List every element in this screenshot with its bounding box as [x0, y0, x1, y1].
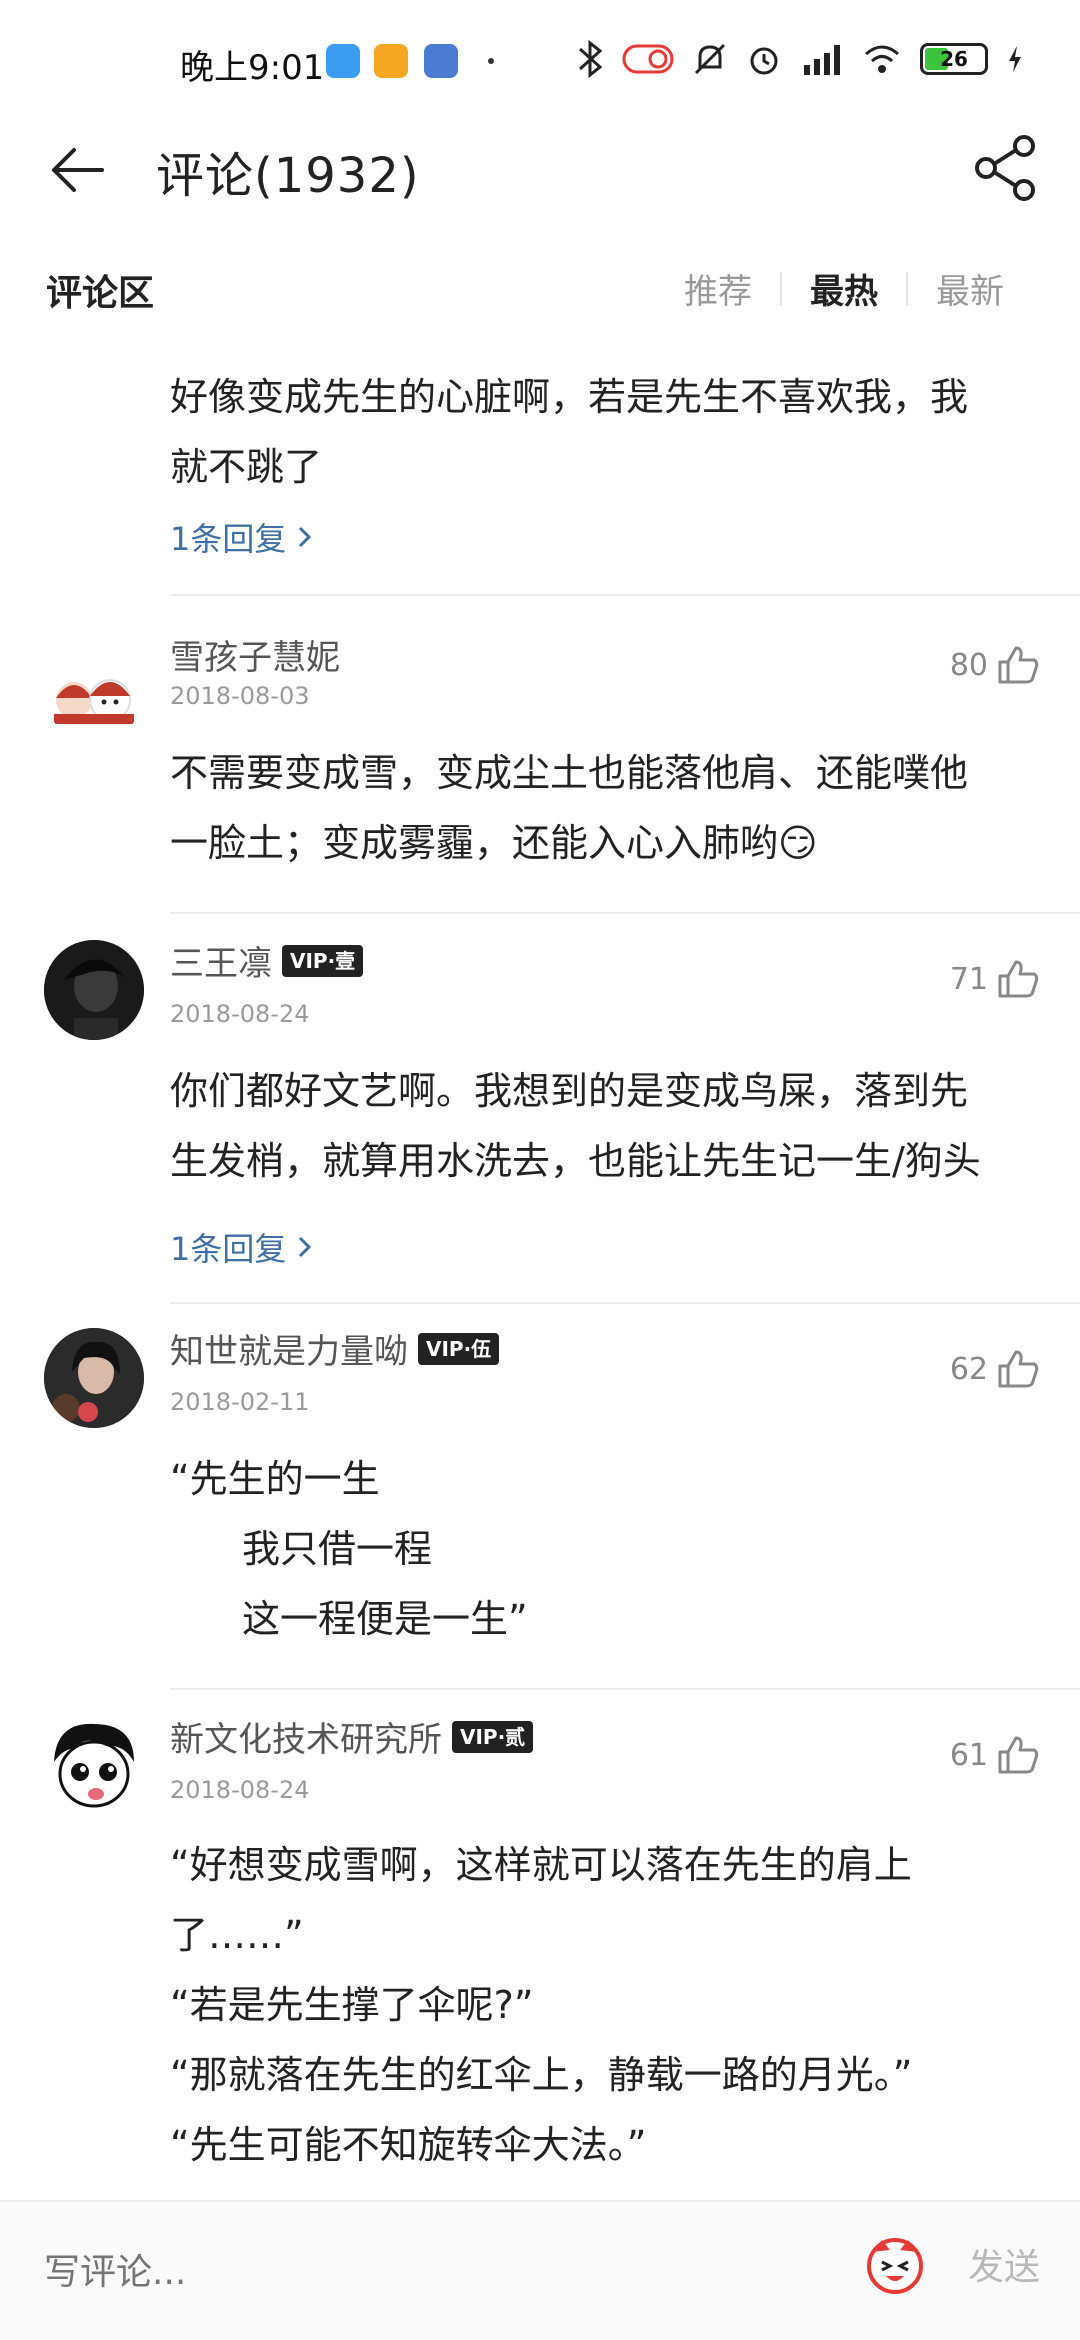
comment-line: 这一程便是一生” — [242, 1597, 528, 1641]
comment-line: “先生的一生 — [170, 1457, 380, 1501]
username-text: 三王凛 — [170, 944, 272, 984]
comment-line: 你们都好文艺啊。我想到的是变成鸟屎，落到先 — [170, 1069, 969, 1113]
charging-icon — [1009, 46, 1021, 72]
back-arrow-icon[interactable] — [40, 132, 116, 208]
divider — [170, 1688, 1080, 1690]
reply-count: 1条回复 — [170, 1230, 287, 1268]
more-notifications-dot — [488, 58, 494, 64]
wifi-icon — [865, 45, 899, 73]
chevron-right-icon — [299, 1236, 312, 1258]
like-button[interactable]: 71 — [950, 958, 1040, 1000]
username[interactable]: 知世就是力量呦 VIP·伍 — [170, 1324, 500, 1373]
comment-text: 好像变成先生的心脏啊，若是先生不喜欢我，我 就不跳了 — [170, 362, 1040, 502]
vip-badge: VIP·贰 — [452, 1720, 534, 1753]
status-icons: 26 — [576, 36, 1024, 82]
comment-date: 2018-08-03 — [170, 682, 310, 710]
like-count: 61 — [949, 1737, 988, 1773]
bluetooth-icon — [578, 39, 603, 79]
toggle-icon — [622, 44, 674, 74]
comment-line: “那就落在先生的红伞上，静载一路的月光。” — [170, 2053, 913, 2097]
tab-newest[interactable]: 最新 — [908, 264, 1032, 313]
comment-line: 生发梢，就算用水洗去，也能让先生记一生/狗头 — [170, 1139, 981, 1183]
username-text: 雪孩子慧妮 — [170, 638, 340, 678]
tab-recommended[interactable]: 推荐 — [656, 264, 780, 313]
thumbs-up-icon — [998, 1736, 1039, 1774]
status-time: 晚上9:01 — [180, 48, 325, 88]
avatar[interactable] — [44, 940, 144, 1040]
username-text: 新文化技术研究所 — [170, 1720, 442, 1760]
reply-link[interactable]: 1条回复 — [170, 514, 1040, 560]
comment-line: 就不跳了 — [170, 445, 323, 489]
reply-link[interactable]: 1条回复 — [170, 1224, 1040, 1270]
comment-input[interactable] — [44, 2232, 824, 2312]
sort-tabs: 推荐 最热 最新 — [656, 264, 1032, 313]
comment-text: 不需要变成雪，变成尘土也能落他肩、还能噗他 一脸土；变成雾霾，还能入心入肺哟😏 — [170, 738, 1040, 878]
battery-level: 26 — [940, 47, 968, 71]
alarm-icon — [750, 47, 778, 75]
battery-icon: 26 — [920, 43, 988, 75]
like-count: 62 — [949, 1351, 988, 1387]
divider — [170, 594, 1080, 596]
tab-hottest[interactable]: 最热 — [782, 264, 906, 313]
avatar[interactable] — [44, 642, 144, 742]
thumbs-up-icon — [998, 1350, 1039, 1388]
thumbs-up-icon — [998, 960, 1039, 998]
vip-badge: VIP·伍 — [418, 1332, 500, 1365]
section-title: 评论区 — [46, 273, 155, 314]
divider — [170, 1302, 1080, 1304]
comment-line: “先生可能不知旋转伞大法。” — [170, 2123, 647, 2167]
comment-text: 你们都好文艺啊。我想到的是变成鸟屎，落到先 生发梢，就算用水洗去，也能让先生记一… — [170, 1056, 1040, 1196]
status-bar: 晚上9:01 26 — [0, 0, 1080, 120]
reply-count: 1条回复 — [170, 520, 287, 558]
signal-icon — [804, 45, 840, 75]
comment-line: 不需要变成雪，变成尘土也能落他肩、还能噗他 — [170, 751, 969, 795]
comment-section-header: 评论区 推荐 最热 最新 — [0, 250, 1080, 330]
share-icon[interactable] — [968, 130, 1044, 206]
comment-line: 一脸土；变成雾霾，还能入心入肺哟😏 — [170, 821, 818, 865]
page-title: 评论(1932) — [156, 148, 420, 204]
comment-date: 2018-02-11 — [170, 1388, 310, 1416]
mute-icon — [694, 43, 726, 75]
chevron-right-icon — [299, 526, 312, 548]
comment-text: “好想变成雪啊，这样就可以落在先生的肩上 了……” “若是先生撑了伞呢?” “那… — [170, 1830, 1040, 2180]
comment-date: 2018-08-24 — [170, 1776, 310, 1804]
avatar[interactable] — [44, 1328, 144, 1428]
avatar[interactable] — [44, 1716, 144, 1816]
like-button[interactable]: 61 — [950, 1734, 1040, 1776]
like-count: 71 — [949, 961, 988, 997]
divider — [170, 912, 1080, 914]
send-button[interactable]: 发送 — [968, 2238, 1040, 2290]
like-button[interactable]: 62 — [950, 1348, 1040, 1390]
thumbs-up-icon — [998, 646, 1039, 684]
username[interactable]: 三王凛 VIP·壹 — [170, 936, 364, 985]
vip-badge: VIP·壹 — [282, 944, 364, 977]
comment-line: “好想变成雪啊，这样就可以落在先生的肩上 — [170, 1843, 912, 1887]
username[interactable]: 雪孩子慧妮 — [170, 630, 340, 679]
settings-app-icon — [424, 44, 458, 78]
comment-line: “若是先生撑了伞呢?” — [170, 1983, 534, 2027]
comment-date: 2018-08-24 — [170, 1000, 310, 1028]
like-count: 80 — [949, 647, 988, 683]
cloud-app-icon — [326, 44, 360, 78]
comment-line: 了……” — [170, 1913, 304, 1957]
notes-app-icon — [374, 44, 408, 78]
comment-line: 我只借一程 — [242, 1527, 433, 1571]
comment-line: 好像变成先生的心脏啊，若是先生不喜欢我，我 — [170, 375, 969, 419]
username-text: 知世就是力量呦 — [170, 1332, 408, 1372]
comment-text: “先生的一生 我只借一程 这一程便是一生” — [170, 1444, 1040, 1654]
comment-compose-bar: 发送 — [0, 2200, 1080, 2340]
like-button[interactable]: 80 — [950, 644, 1040, 686]
username[interactable]: 新文化技术研究所 VIP·贰 — [170, 1712, 534, 1761]
emoji-icon[interactable] — [862, 2230, 928, 2296]
